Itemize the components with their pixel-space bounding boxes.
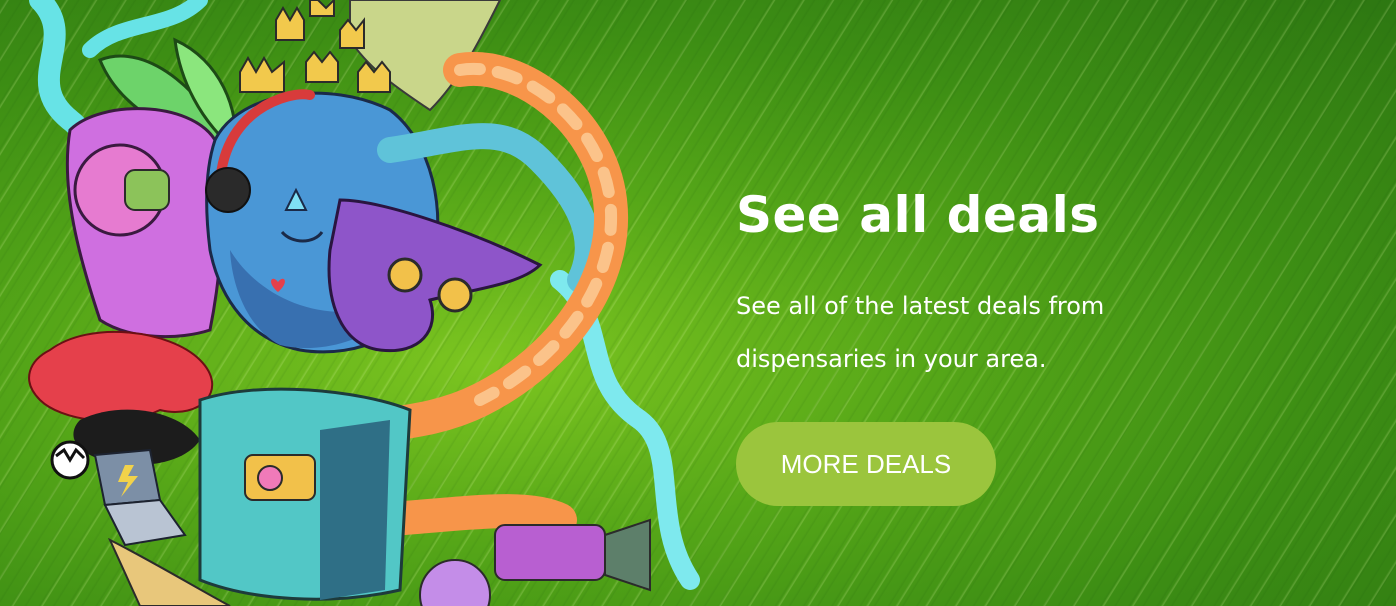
purple-snout-creature (327, 198, 543, 353)
headphone-cup (205, 167, 251, 213)
laptop-keyboard (103, 498, 187, 547)
pink-orb (419, 559, 491, 606)
vessel-shade (320, 420, 390, 600)
deals-headline: See all deals (736, 186, 1100, 244)
megaphone-icon (604, 518, 651, 592)
goggle-right (437, 277, 473, 313)
deals-content: See all deals See all of the latest deal… (736, 180, 1336, 506)
gadget-icon (494, 524, 606, 581)
red-splash (28, 330, 214, 422)
more-deals-button[interactable]: MORE DEALS (736, 422, 996, 506)
deals-description: See all of the latest deals from dispens… (736, 292, 1105, 373)
deals-banner: See all deals See all of the latest deal… (0, 0, 1396, 606)
green-face (124, 169, 170, 211)
goggle-left (387, 257, 423, 293)
psychedelic-illustration (28, 0, 700, 606)
cyan-stream (82, 0, 208, 58)
